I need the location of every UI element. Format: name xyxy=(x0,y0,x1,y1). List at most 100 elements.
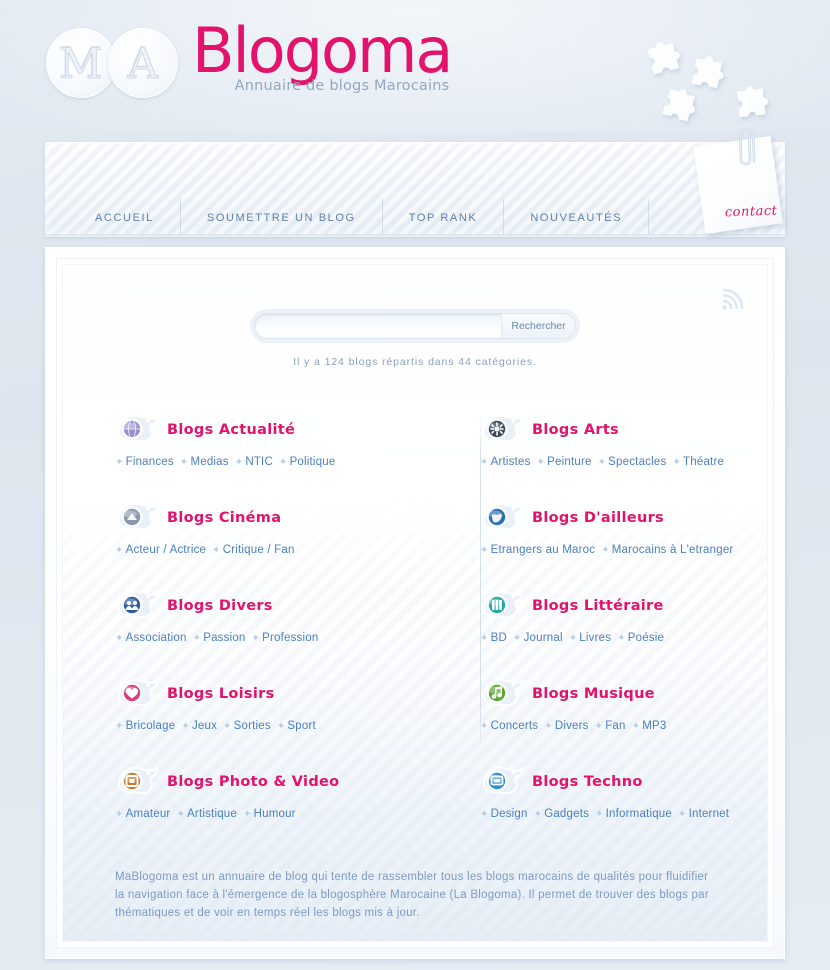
tick-bullet-icon: ✦ xyxy=(568,633,578,644)
subcategory-link[interactable]: Artistique xyxy=(187,808,237,820)
contact-note[interactable]: contact xyxy=(693,127,783,234)
subcategory-link[interactable]: Critique / Fan xyxy=(223,544,295,556)
category-title[interactable]: Blogs Littéraire xyxy=(532,598,664,614)
subcategory-link[interactable]: Gadgets xyxy=(544,808,589,820)
subcategory-link[interactable]: Profession xyxy=(262,632,318,644)
category-blogs-arts: Blogs Arts ✦ Artistes ✦ Peinture ✦ Spectacles… xyxy=(480,410,751,468)
tick-bullet-icon: ✦ xyxy=(595,809,604,820)
subcategory-link[interactable]: Peinture xyxy=(547,456,591,468)
subcategory-link[interactable]: Journal xyxy=(524,632,563,644)
tick-bullet-icon: ✦ xyxy=(480,457,489,468)
categories-column-left: Blogs Actualité ✦ Finances ✦ Medias ✦ NTIC ✦ Po… xyxy=(79,410,415,850)
subcategory-list: ✦ Acteur / Actrice ✦ Critique / Fan xyxy=(115,544,415,556)
subcategory-link[interactable]: Livres xyxy=(579,632,611,644)
category-blogs-loisirs: Blogs Loisirs ✦ Bricolage ✦ Jeux ✦ Sorties ✦ Sp… xyxy=(115,674,415,732)
subcategory-list: ✦ Concerts ✦ Divers ✦ Fan ✦ MP3 xyxy=(480,720,751,732)
books-icon xyxy=(480,588,524,624)
search-input[interactable] xyxy=(255,314,507,338)
category-title[interactable]: Blogs Actualité xyxy=(167,422,295,438)
subcategory-link[interactable]: Théatre xyxy=(683,456,724,468)
subcategory-link[interactable]: Internet xyxy=(689,808,730,820)
subcategory-link[interactable]: Divers xyxy=(555,720,589,732)
subcategory-link[interactable]: Medias xyxy=(190,456,228,468)
category-title[interactable]: Blogs D'ailleurs xyxy=(532,510,664,526)
category-header: Blogs Littéraire xyxy=(480,586,751,626)
tick-bullet-icon: ✦ xyxy=(601,545,610,556)
category-blogs-cinema: Blogs Cinéma ✦ Acteur / Actrice ✦ Critique … xyxy=(115,498,415,556)
main-navigation: ACCUEIL SOUMETTRE UN BLOG TOP RANK NOUVE… xyxy=(45,127,785,237)
subcategory-list: ✦ Bricolage ✦ Jeux ✦ Sorties ✦ Sport xyxy=(115,720,415,732)
tick-bullet-icon: ✦ xyxy=(533,809,543,820)
tick-bullet-icon: ✦ xyxy=(480,809,489,820)
subcategory-list: ✦ Artistes ✦ Peinture ✦ Spectacles ✦ Théatre xyxy=(480,456,751,468)
tick-bullet-icon: ✦ xyxy=(278,457,288,468)
category-header: Blogs Divers xyxy=(115,586,415,626)
search-button[interactable]: Rechercher xyxy=(501,314,575,338)
subcategory-link[interactable]: Finances xyxy=(126,456,174,468)
stats-text: Il y a 124 blogs répartis dans 44 catégo… xyxy=(293,356,537,368)
subcategory-link[interactable]: Sport xyxy=(287,720,316,732)
site-logo[interactable]: M A Blogoma Annuaire de blogs Marocains xyxy=(46,20,453,98)
tick-bullet-icon: ✦ xyxy=(544,721,553,732)
subcategory-link[interactable]: Acteur / Actrice xyxy=(126,544,207,556)
category-header: Blogs Photo & Video xyxy=(115,762,415,802)
world-icon xyxy=(480,500,524,536)
category-title[interactable]: Blogs Cinéma xyxy=(167,510,281,526)
category-header: Blogs Arts xyxy=(480,410,751,450)
subcategory-link[interactable]: Etrangers au Maroc xyxy=(491,544,596,556)
nav-item-accueil[interactable]: ACCUEIL xyxy=(45,199,180,237)
subcategory-link[interactable]: Bricolage xyxy=(126,720,176,732)
subcategory-link[interactable]: Humour xyxy=(254,808,296,820)
subcategory-link[interactable]: Poésie xyxy=(628,632,664,644)
category-header: Blogs D'ailleurs xyxy=(480,498,751,538)
tick-bullet-icon: ✦ xyxy=(276,721,286,732)
nav-item-nouveautes[interactable]: NOUVEAUTÉS xyxy=(503,199,648,237)
subcategory-link[interactable]: Sorties xyxy=(234,720,271,732)
categories-section: Blogs Actualité ✦ Finances ✦ Medias ✦ NTIC ✦ Po… xyxy=(63,410,767,850)
category-title[interactable]: Blogs Arts xyxy=(532,422,619,438)
category-blogs-litteraire: Blogs Littéraire ✦ BD ✦ Journal ✦ Livres ✦ Poés… xyxy=(480,586,751,644)
subcategory-link[interactable]: NTIC xyxy=(245,456,273,468)
subcategory-link[interactable]: Marocains à L'etranger xyxy=(612,544,734,556)
nav-underline xyxy=(45,234,785,237)
subcategory-link[interactable]: Politique xyxy=(290,456,336,468)
subcategory-link[interactable]: Passion xyxy=(203,632,245,644)
tick-bullet-icon: ✦ xyxy=(223,721,232,732)
subcategory-link[interactable]: Spectacles xyxy=(608,456,666,468)
content-panel-outer: Rechercher Il y a 124 blogs répartis dan… xyxy=(45,247,785,959)
subcategory-link[interactable]: Jeux xyxy=(192,720,217,732)
category-header: Blogs Cinéma xyxy=(115,498,415,538)
brand-block: Blogoma Annuaire de blogs Marocains xyxy=(192,20,453,95)
logo-letter-a: A xyxy=(127,38,159,88)
subcategory-link[interactable]: BD xyxy=(491,632,507,644)
subcategory-link[interactable]: Concerts xyxy=(491,720,539,732)
subcategory-list: ✦ Amateur ✦ Artistique ✦ Humour xyxy=(115,808,415,820)
subcategory-list: ✦ Association ✦ Passion ✦ Profession xyxy=(115,632,415,644)
tick-bullet-icon: ✦ xyxy=(480,633,489,644)
subcategory-link[interactable]: Amateur xyxy=(126,808,171,820)
tick-bullet-icon: ✦ xyxy=(115,809,124,820)
subcategory-link[interactable]: Association xyxy=(126,632,187,644)
film-icon xyxy=(115,500,159,536)
category-title[interactable]: Blogs Photo & Video xyxy=(167,774,339,790)
subcategory-link[interactable]: Design xyxy=(491,808,528,820)
nav-item-soumettre-un-blog[interactable]: SOUMETTRE UN BLOG xyxy=(179,199,382,237)
people-icon xyxy=(115,588,159,624)
tick-bullet-icon: ✦ xyxy=(677,809,687,820)
category-title[interactable]: Blogs Techno xyxy=(532,774,643,790)
category-title[interactable]: Blogs Loisirs xyxy=(167,686,275,702)
subcategory-link[interactable]: Artistes xyxy=(491,456,531,468)
logo-circle-m: M xyxy=(46,28,116,98)
logo-circle-a: A xyxy=(108,28,178,98)
tick-bullet-icon: ✦ xyxy=(243,809,252,820)
tick-bullet-icon: ✦ xyxy=(115,457,124,468)
subcategory-link[interactable]: Fan xyxy=(605,720,625,732)
category-title[interactable]: Blogs Divers xyxy=(167,598,273,614)
nav-item-top-rank[interactable]: TOP RANK xyxy=(381,199,504,237)
category-header: Blogs Loisirs xyxy=(115,674,415,714)
subcategory-link[interactable]: Informatique xyxy=(606,808,672,820)
category-title[interactable]: Blogs Musique xyxy=(532,686,655,702)
search-box: Rechercher xyxy=(254,313,576,339)
globe-icon xyxy=(115,412,159,448)
subcategory-link[interactable]: MP3 xyxy=(642,720,666,732)
